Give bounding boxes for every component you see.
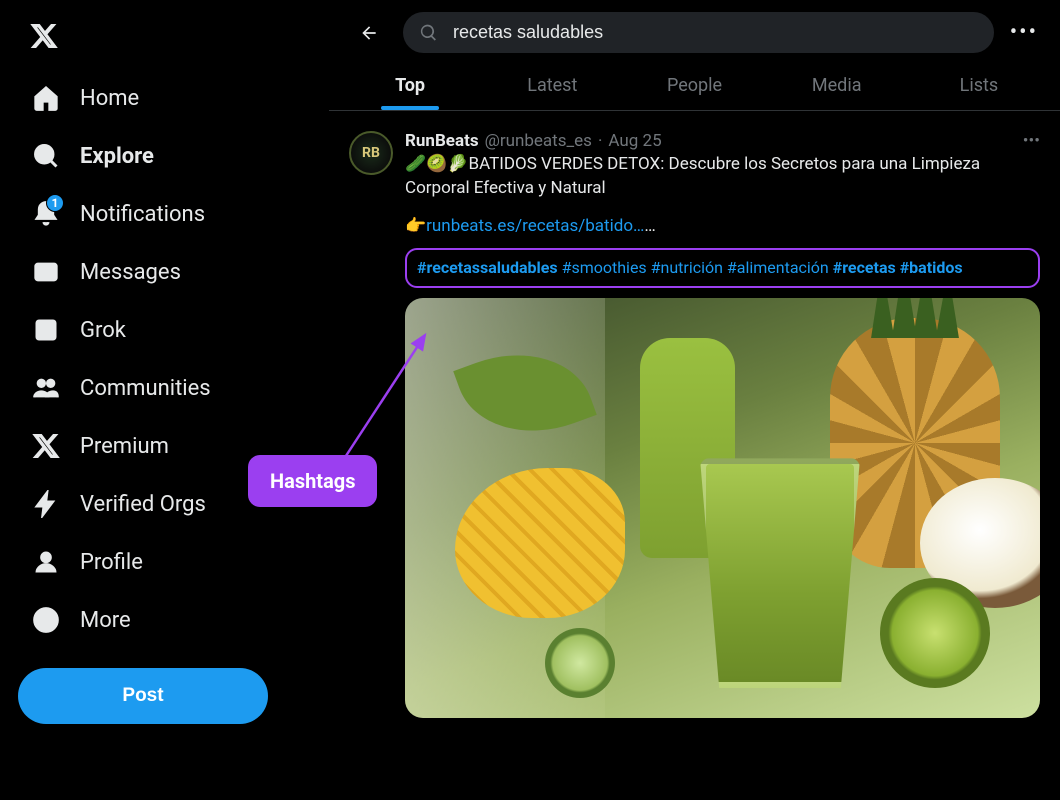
bolt-icon	[32, 490, 60, 518]
tweet-body: RunBeats @runbeats_es · Aug 25 ••• 🥒🥝🥬BA…	[405, 131, 1040, 718]
hashtag[interactable]: #smoothies	[562, 258, 647, 277]
more-horizontal-icon: •••	[1023, 131, 1040, 151]
tab-top[interactable]: Top	[339, 59, 481, 110]
sidebar: Home Explore 1 Notifications Messages Gr…	[0, 0, 328, 800]
settings-button[interactable]: •••	[1010, 20, 1038, 45]
sidebar-item-label: Home	[80, 86, 139, 111]
arrow-left-icon	[359, 23, 379, 43]
search-tabs: Top Latest People Media Lists	[329, 59, 1060, 111]
notification-badge: 1	[46, 194, 64, 212]
tweet-text-line1: 🥒🥝🥬BATIDOS VERDES DETOX: Descubre los Se…	[405, 153, 1040, 201]
tweet-link-row: 👉runbeats.es/recetas/batido……	[405, 215, 1040, 239]
sidebar-item-explore[interactable]: Explore	[18, 128, 318, 184]
more-horizontal-icon: •••	[1010, 20, 1038, 45]
search-box[interactable]	[403, 12, 994, 53]
more-circle-icon	[32, 606, 60, 634]
separator: ·	[598, 131, 602, 151]
hashtag[interactable]: #recetassaludables	[417, 258, 558, 277]
sidebar-item-label: Premium	[80, 434, 169, 459]
image-cucumber	[545, 628, 615, 698]
people-icon	[32, 374, 60, 402]
sidebar-item-label: Grok	[80, 318, 126, 343]
sidebar-item-label: Messages	[80, 260, 181, 285]
sidebar-item-profile[interactable]: Profile	[18, 534, 318, 590]
grok-icon	[32, 316, 60, 344]
tweet-more-button[interactable]: •••	[1023, 131, 1040, 151]
sidebar-item-label: More	[80, 608, 131, 633]
hashtag[interactable]: #nutrición	[651, 258, 723, 277]
tab-people[interactable]: People	[623, 59, 765, 110]
logo[interactable]	[18, 10, 318, 62]
point-right-icon: 👉	[405, 216, 426, 236]
search-input[interactable]	[453, 22, 978, 43]
search-icon	[32, 142, 60, 170]
sidebar-item-label: Verified Orgs	[80, 492, 206, 517]
envelope-icon	[32, 258, 60, 286]
ellipsis: …	[644, 216, 655, 236]
feed: RB RunBeats @runbeats_es · Aug 25 ••• 🥒🥝…	[329, 111, 1060, 800]
tab-latest[interactable]: Latest	[481, 59, 623, 110]
avatar[interactable]: RB	[349, 131, 393, 175]
tweet-image[interactable]	[405, 298, 1040, 718]
sidebar-item-more[interactable]: More	[18, 592, 318, 648]
hashtag-box: #recetassaludables #smoothies #nutrición…	[405, 248, 1040, 288]
tweet-header: RunBeats @runbeats_es · Aug 25 •••	[405, 131, 1040, 151]
tab-lists[interactable]: Lists	[908, 59, 1050, 110]
back-button[interactable]	[351, 15, 387, 51]
tweet-date[interactable]: Aug 25	[608, 131, 661, 151]
sidebar-item-label: Communities	[80, 376, 211, 401]
post-button[interactable]: Post	[18, 668, 268, 724]
sidebar-item-label: Notifications	[80, 202, 205, 227]
main-column: ••• Top Latest People Media Lists RB Run…	[328, 0, 1060, 800]
x-logo-icon	[30, 22, 58, 50]
sidebar-item-label: Explore	[80, 144, 154, 169]
search-icon	[419, 23, 439, 43]
annotation-callout: Hashtags	[248, 455, 377, 507]
sidebar-item-grok[interactable]: Grok	[18, 302, 318, 358]
image-glass	[700, 458, 860, 688]
image-lime	[880, 578, 990, 688]
hashtag[interactable]: #recetas	[833, 258, 896, 277]
top-bar: •••	[329, 0, 1060, 59]
hashtag[interactable]: #alimentación	[727, 258, 829, 277]
person-icon	[32, 548, 60, 576]
sidebar-item-home[interactable]: Home	[18, 70, 318, 126]
tweet-link[interactable]: runbeats.es/recetas/batido…	[426, 216, 644, 236]
sidebar-item-messages[interactable]: Messages	[18, 244, 318, 300]
hashtag[interactable]: #batidos	[900, 258, 963, 277]
display-name[interactable]: RunBeats	[405, 131, 479, 151]
x-icon	[32, 432, 60, 460]
annotation-label: Hashtags	[270, 469, 355, 493]
home-icon	[32, 84, 60, 112]
tab-media[interactable]: Media	[766, 59, 908, 110]
handle[interactable]: @runbeats_es	[485, 131, 592, 151]
sidebar-item-communities[interactable]: Communities	[18, 360, 318, 416]
sidebar-item-label: Profile	[80, 550, 143, 575]
sidebar-item-notifications[interactable]: 1 Notifications	[18, 186, 318, 242]
tweet[interactable]: RB RunBeats @runbeats_es · Aug 25 ••• 🥒🥝…	[339, 125, 1050, 724]
